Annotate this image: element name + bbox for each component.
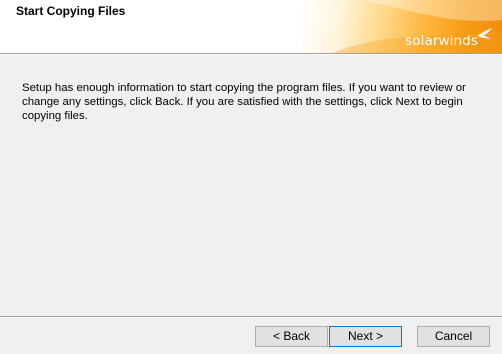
setup-message: Setup has enough information to start co… xyxy=(22,82,466,122)
footer-divider-highlight xyxy=(0,317,502,318)
solarwinds-bird-icon xyxy=(477,28,492,39)
brand-banner: solarwinds xyxy=(302,0,502,53)
page-title: Start Copying Files xyxy=(16,4,126,18)
solarwinds-logo: solarwinds xyxy=(405,33,478,49)
back-button[interactable]: < Back xyxy=(255,326,328,347)
header-panel: Start Copying Files solarwinds xyxy=(0,0,502,53)
cancel-button[interactable]: Cancel xyxy=(417,326,490,347)
next-button[interactable]: Next > xyxy=(329,326,402,347)
header-divider-highlight xyxy=(0,54,502,55)
next-button-label: Next > xyxy=(347,329,383,343)
